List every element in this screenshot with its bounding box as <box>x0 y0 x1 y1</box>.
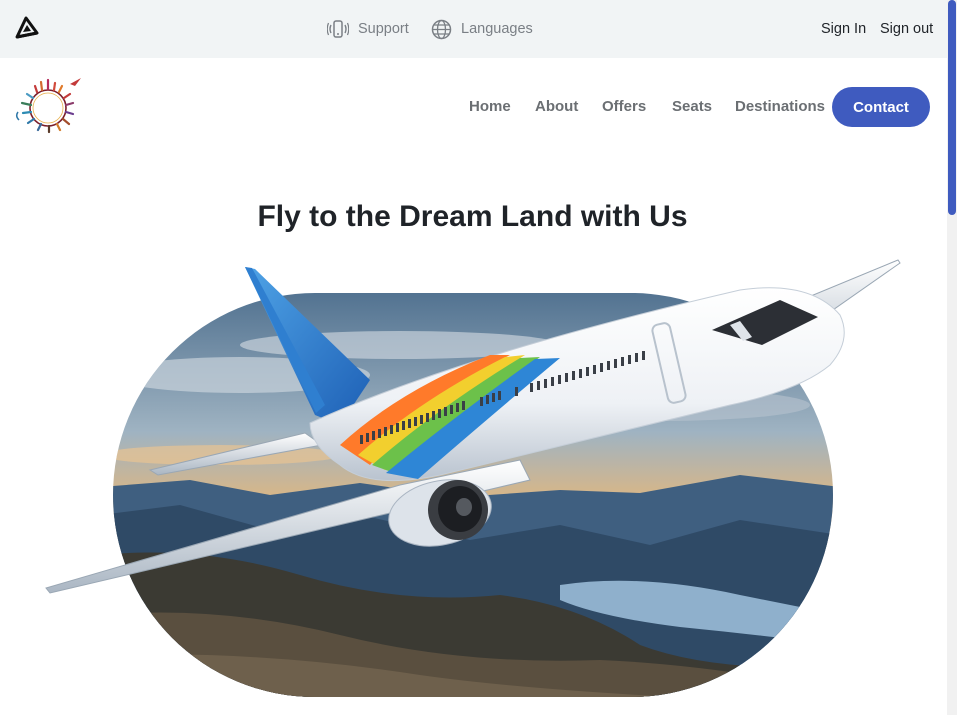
scrollbar-thumb[interactable] <box>948 0 956 215</box>
hero-title: Fly to the Dream Land with Us <box>257 200 688 233</box>
nav-seats[interactable]: Seats <box>672 58 712 156</box>
phone-vibrate-icon <box>327 20 349 38</box>
support-label: Support <box>358 21 409 37</box>
languages-link[interactable]: Languages <box>431 0 533 58</box>
page-scrollbar[interactable] <box>947 0 957 715</box>
sign-in-link[interactable]: Sign In <box>821 0 866 58</box>
globe-icon <box>431 19 452 39</box>
main-navbar: Home About Offers Seats Destinations Con… <box>0 58 947 156</box>
world-landmarks-circle-logo[interactable] <box>15 72 85 136</box>
languages-label: Languages <box>461 21 533 37</box>
airplane-over-mountains-illustration <box>45 259 901 697</box>
utility-bar: Support Languages Sign In Sign out <box>0 0 947 58</box>
support-link[interactable]: Support <box>327 0 409 58</box>
nav-about[interactable]: About <box>535 58 578 156</box>
triangle-logo-icon[interactable] <box>14 15 40 39</box>
sign-out-link[interactable]: Sign out <box>880 0 933 58</box>
contact-button[interactable]: Contact <box>832 87 930 127</box>
page: Support Languages Sign In Sign out Home … <box>0 0 957 715</box>
nav-home[interactable]: Home <box>469 58 511 156</box>
nav-destinations[interactable]: Destinations <box>735 58 825 156</box>
nav-offers[interactable]: Offers <box>602 58 646 156</box>
